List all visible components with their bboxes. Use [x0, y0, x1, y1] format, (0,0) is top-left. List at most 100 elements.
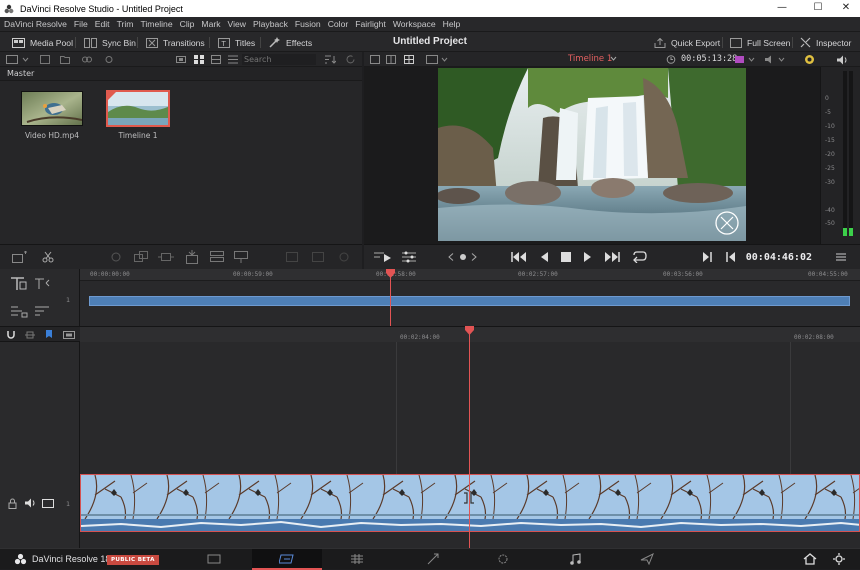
track-options-icon[interactable] — [34, 304, 50, 318]
home-icon[interactable] — [803, 553, 817, 565]
menu-item-timeline[interactable]: Timeline — [140, 19, 172, 29]
list-view-icon[interactable] — [228, 55, 238, 64]
previous-edit-icon[interactable] — [702, 252, 712, 262]
clip-video-hd[interactable]: Video HD.mp4 — [20, 91, 84, 140]
scopes-icon[interactable] — [804, 54, 815, 65]
play-icon[interactable] — [583, 252, 592, 262]
quick-export-button[interactable]: Quick Export — [654, 36, 720, 49]
stop-icon[interactable] — [561, 252, 571, 262]
maximize-button[interactable]: ☐ — [804, 0, 832, 17]
smart-insert-icon[interactable] — [110, 251, 122, 263]
grid-view-icon[interactable] — [404, 55, 414, 64]
overwrite-disabled-icon[interactable] — [286, 252, 298, 262]
menu-item-help[interactable]: Help — [443, 19, 461, 29]
playhead-marker-icon[interactable] — [465, 326, 474, 335]
go-to-start-icon[interactable] — [511, 252, 527, 262]
menu-item-fusion[interactable]: Fusion — [295, 19, 321, 29]
fit-timeline-icon[interactable] — [34, 277, 50, 291]
upper-timeline[interactable]: 00:00:00:00 00:00:59:00 00:01:58:00 00:0… — [80, 269, 860, 326]
color-swatch-dropdown-icon[interactable] — [734, 55, 758, 64]
video-track-toggle-icon[interactable] — [42, 499, 54, 508]
titles-button[interactable]: T Titles — [218, 36, 255, 49]
thumbnail-view-icon[interactable] — [194, 55, 204, 64]
sync-bin-button[interactable]: Sync Bin — [84, 36, 136, 49]
menu-item-workspace[interactable]: Workspace — [393, 19, 436, 29]
lower-playhead[interactable] — [469, 326, 470, 548]
menu-item-fairlight[interactable]: Fairlight — [355, 19, 386, 29]
menu-item-playback[interactable]: Playback — [253, 19, 288, 29]
menu-item-view[interactable]: View — [228, 19, 246, 29]
sort-icon[interactable] — [324, 55, 336, 64]
full-screen-button[interactable]: Full Screen — [730, 36, 790, 49]
menu-item-mark[interactable]: Mark — [201, 19, 220, 29]
linked-selection-icon[interactable] — [24, 330, 36, 340]
fit-fill-disabled-icon[interactable] — [338, 252, 350, 262]
play-reverse-icon[interactable] — [540, 252, 549, 262]
lock-icon[interactable] — [8, 498, 17, 509]
append-icon[interactable] — [134, 251, 148, 263]
menu-item-color[interactable]: Color — [328, 19, 349, 29]
playhead-mode-icon[interactable] — [374, 251, 392, 263]
scissors-icon[interactable] — [42, 251, 54, 263]
loop-icon[interactable] — [631, 251, 647, 263]
folder-icon[interactable] — [60, 55, 70, 64]
video-frame[interactable] — [438, 68, 746, 241]
fusion-page-icon[interactable] — [426, 553, 440, 565]
flag-icon[interactable] — [44, 329, 54, 340]
timeline-name[interactable]: Timeline 1 — [568, 54, 612, 64]
media-pool-button[interactable]: Media Pool — [12, 36, 73, 49]
menu-item-edit[interactable]: Edit — [95, 19, 110, 29]
place-on-top-icon[interactable] — [210, 251, 224, 263]
filmstrip-view-icon[interactable] — [211, 55, 221, 64]
menu-item-trim[interactable]: Trim — [117, 19, 134, 29]
inspector-button[interactable]: Inspector — [800, 36, 851, 49]
speaker-icon[interactable] — [836, 55, 848, 65]
color-page-icon[interactable] — [496, 553, 510, 565]
metadata-view-icon[interactable] — [176, 56, 186, 63]
effects-button[interactable]: Effects — [269, 36, 312, 49]
clip-timeline-1[interactable]: Timeline 1 — [106, 91, 170, 140]
transitions-button[interactable]: Transitions — [146, 36, 205, 49]
menu-item-clip[interactable]: Clip — [180, 19, 195, 29]
go-to-end-icon[interactable] — [604, 252, 620, 262]
deliver-page-icon[interactable] — [640, 553, 654, 565]
next-edit-icon[interactable] — [726, 252, 736, 262]
snapping-icon[interactable] — [6, 330, 16, 340]
menu-item-davinci[interactable]: DaVinci Resolve — [4, 19, 67, 29]
track-height-icon[interactable] — [10, 277, 28, 291]
audio-dropdown-icon[interactable] — [764, 55, 788, 64]
upper-timeline-clip[interactable] — [89, 296, 850, 306]
cut-page-tab[interactable] — [252, 549, 322, 570]
jog-right-icon[interactable] — [471, 253, 477, 261]
viewer-size-dropdown-icon[interactable] — [426, 55, 450, 64]
upper-timecode-ruler[interactable]: 00:00:00:00 00:00:59:00 00:01:58:00 00:0… — [80, 269, 860, 281]
chevron-down-icon[interactable] — [610, 56, 617, 62]
panel-layout-icon[interactable] — [6, 55, 30, 64]
clip-color-icon[interactable] — [63, 330, 75, 340]
close-up-icon[interactable] — [184, 250, 200, 264]
refresh-icon[interactable] — [346, 55, 356, 64]
bin-name[interactable]: Master — [7, 69, 34, 78]
speaker-icon[interactable] — [24, 498, 36, 508]
edit-page-icon[interactable] — [350, 553, 364, 565]
menu-item-file[interactable]: File — [74, 19, 88, 29]
settings-icon[interactable] — [104, 55, 114, 64]
media-page-icon[interactable] — [207, 553, 221, 565]
dual-viewer-icon[interactable] — [386, 55, 396, 64]
viewer-mode-icon[interactable] — [370, 55, 380, 64]
audio-waveform-icon[interactable] — [10, 304, 28, 318]
timeline-options-icon[interactable] — [402, 251, 416, 263]
replace-disabled-icon[interactable] — [312, 252, 324, 262]
new-bin-icon[interactable] — [40, 55, 50, 64]
source-overwrite-icon[interactable] — [234, 251, 248, 263]
clip-view-icon[interactable] — [12, 251, 28, 263]
gear-icon[interactable] — [832, 553, 846, 565]
search-input[interactable] — [242, 54, 316, 65]
jog-dot-icon[interactable] — [459, 253, 467, 261]
playhead-marker-icon[interactable] — [386, 269, 395, 278]
link-icon[interactable] — [82, 55, 92, 64]
fairlight-page-icon[interactable] — [568, 553, 582, 565]
jog-left-icon[interactable] — [448, 253, 454, 261]
ripple-overwrite-icon[interactable] — [158, 251, 174, 263]
hamburger-menu-icon[interactable] — [836, 253, 846, 261]
